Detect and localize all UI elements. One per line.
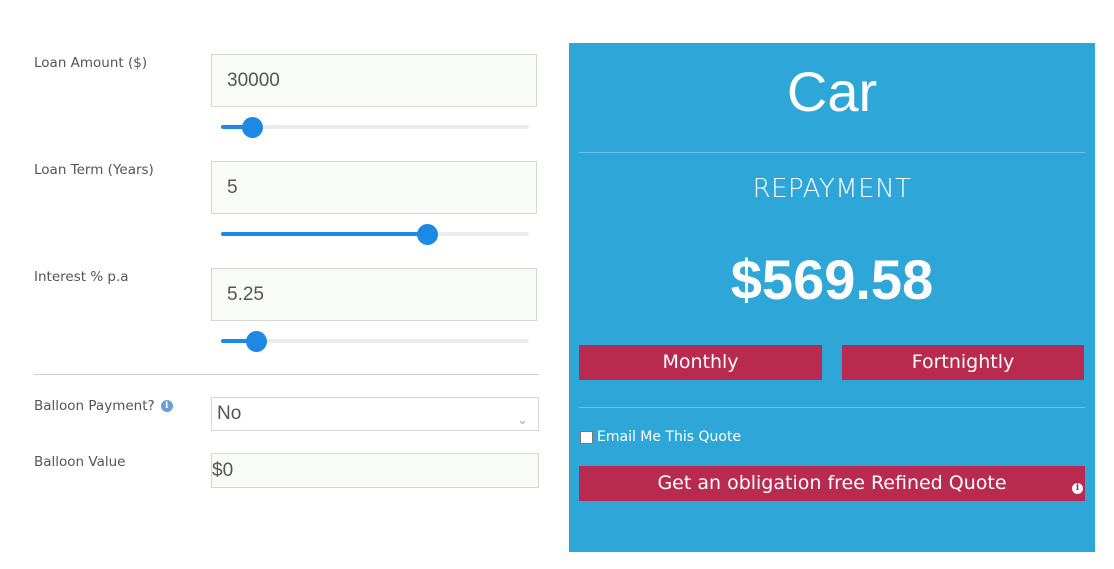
balloon-value-label: Balloon Value xyxy=(34,454,126,470)
loan-amount-label: Loan Amount ($) xyxy=(34,55,148,71)
email-quote-row[interactable]: Email Me This Quote xyxy=(580,429,741,445)
loan-type-title: Car xyxy=(786,60,878,123)
email-quote-checkbox[interactable] xyxy=(580,430,593,444)
slider-fill xyxy=(221,232,428,236)
result-panel: Car REPAYMENT $569.58 Monthly Fortnightl… xyxy=(569,43,1095,552)
chevron-down-icon: ⌄ xyxy=(517,412,528,427)
balloon-payment-label: Balloon Payment? i xyxy=(34,398,173,414)
loan-term-label: Loan Term (Years) xyxy=(34,162,154,178)
interest-slider[interactable] xyxy=(221,331,529,353)
balloon-value-input[interactable]: $0 xyxy=(211,453,539,488)
info-icon[interactable]: i xyxy=(1072,483,1083,494)
fortnightly-button[interactable]: Fortnightly xyxy=(842,345,1084,380)
balloon-payment-select[interactable]: No ⌄ xyxy=(211,397,539,431)
slider-thumb[interactable] xyxy=(417,224,439,245)
loan-term-slider[interactable] xyxy=(221,224,529,246)
loan-amount-input[interactable]: 30000 xyxy=(211,54,537,107)
balloon-payment-selected: No xyxy=(217,403,242,424)
slider-track xyxy=(221,125,529,129)
refined-quote-button[interactable]: Get an obligation free Refined Quote i xyxy=(579,466,1085,501)
slider-track xyxy=(221,339,529,343)
panel-divider xyxy=(579,152,1085,153)
repayment-label: REPAYMENT xyxy=(752,174,912,204)
loan-term-input[interactable]: 5 xyxy=(211,161,537,214)
interest-input[interactable]: 5.25 xyxy=(211,268,537,321)
balloon-payment-label-text: Balloon Payment? xyxy=(34,398,155,414)
slider-thumb[interactable] xyxy=(246,331,268,352)
monthly-button[interactable]: Monthly xyxy=(579,345,822,380)
panel-divider xyxy=(579,407,1085,408)
refined-quote-label: Get an obligation free Refined Quote xyxy=(657,472,1007,494)
interest-label: Interest % p.a xyxy=(34,269,129,285)
loan-amount-slider[interactable] xyxy=(221,117,529,139)
slider-thumb[interactable] xyxy=(241,117,263,138)
form-divider xyxy=(34,374,539,375)
info-icon[interactable]: i xyxy=(160,400,173,412)
email-quote-label: Email Me This Quote xyxy=(597,429,742,445)
repayment-amount: $569.58 xyxy=(730,248,934,311)
